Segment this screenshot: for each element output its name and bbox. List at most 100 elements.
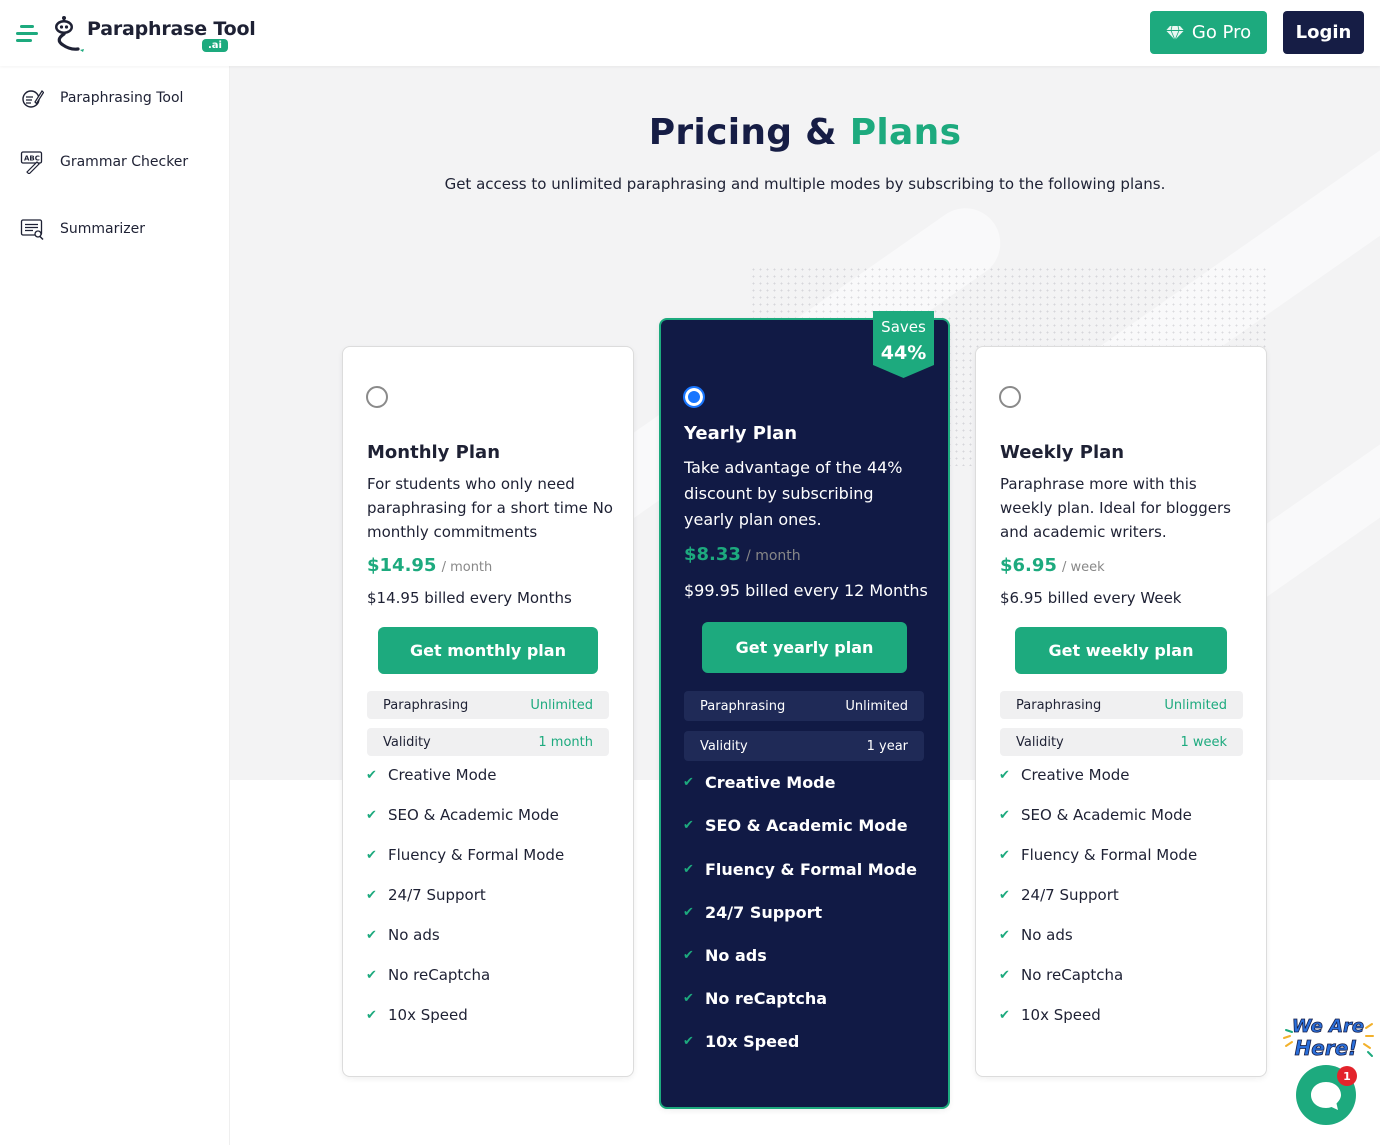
go-pro-label: Go Pro bbox=[1191, 22, 1252, 43]
check-icon: ✔ bbox=[999, 807, 1010, 823]
chat-banner-line1: We Are bbox=[1292, 1016, 1364, 1037]
feature-item: ✔ No ads bbox=[999, 926, 1073, 944]
info-label: Paraphrasing bbox=[700, 698, 786, 714]
robot-logo-icon bbox=[55, 16, 84, 52]
check-icon: ✔ bbox=[999, 767, 1010, 783]
logo[interactable]: Paraphrase Tool .ai bbox=[52, 12, 256, 56]
info-value: Unlimited bbox=[530, 697, 593, 713]
check-icon: ✔ bbox=[999, 1007, 1010, 1023]
validity-row: Validity 1 month bbox=[367, 728, 609, 756]
feature-item: ✔ No ads bbox=[683, 946, 767, 965]
get-weekly-plan-button[interactable]: Get weekly plan bbox=[1015, 627, 1227, 674]
feature-label: No reCaptcha bbox=[705, 989, 828, 1008]
check-icon: ✔ bbox=[366, 767, 377, 783]
feature-item: ✔ No ads bbox=[366, 926, 440, 944]
price-amount: $6.95 bbox=[1000, 555, 1057, 576]
chat-unread-badge: 1 bbox=[1337, 1066, 1357, 1086]
check-icon: ✔ bbox=[999, 847, 1010, 863]
sidebar-item-label: Grammar Checker bbox=[60, 154, 189, 170]
billing-note: $14.95 billed every Months bbox=[367, 589, 572, 607]
feature-item: ✔ No reCaptcha bbox=[999, 966, 1123, 984]
feature-label: Fluency & Formal Mode bbox=[1021, 846, 1198, 864]
sidebar-item-grammar-checker[interactable]: ABC Grammar Checker bbox=[20, 150, 188, 174]
diamond-icon bbox=[1165, 25, 1184, 40]
feature-label: No ads bbox=[1021, 926, 1073, 944]
price-period: / week bbox=[1062, 560, 1105, 575]
check-icon: ✔ bbox=[999, 887, 1010, 903]
paraphrasing-row: Paraphrasing Unlimited bbox=[367, 691, 609, 719]
plan-radio-monthly[interactable] bbox=[366, 386, 388, 408]
info-label: Validity bbox=[1016, 734, 1064, 750]
sidebar-item-summarizer[interactable]: Summarizer bbox=[20, 217, 145, 241]
login-button[interactable]: Login bbox=[1283, 11, 1364, 54]
feature-label: SEO & Academic Mode bbox=[388, 806, 559, 824]
check-icon: ✔ bbox=[366, 927, 377, 943]
get-yearly-plan-button[interactable]: Get yearly plan bbox=[702, 622, 907, 673]
feature-item: ✔ 24/7 Support bbox=[366, 886, 486, 904]
sidebar-item-label: Summarizer bbox=[60, 221, 145, 237]
feature-item: ✔ Creative Mode bbox=[683, 773, 835, 792]
plan-description: For students who only need paraphrasing … bbox=[367, 475, 613, 541]
check-icon: ✔ bbox=[683, 948, 694, 963]
check-icon: ✔ bbox=[683, 775, 694, 790]
saves-value: 44% bbox=[880, 342, 927, 364]
price-amount: $14.95 bbox=[367, 555, 437, 576]
page-title: Pricing & Plans bbox=[230, 112, 1380, 153]
price-period: / month bbox=[441, 560, 493, 575]
feature-label: 10x Speed bbox=[1021, 1006, 1101, 1024]
check-icon: ✔ bbox=[999, 967, 1010, 983]
plan-name: Weekly Plan bbox=[1000, 442, 1125, 463]
check-icon: ✔ bbox=[366, 1007, 377, 1023]
logo-badge: .ai bbox=[202, 39, 228, 52]
feature-item: ✔ SEO & Academic Mode bbox=[683, 816, 908, 835]
price-amount: $8.33 bbox=[684, 544, 741, 565]
go-pro-button[interactable]: Go Pro bbox=[1150, 11, 1267, 54]
feature-item: ✔ Fluency & Formal Mode bbox=[683, 860, 917, 879]
plan-price: $8.33 / month bbox=[684, 544, 801, 565]
plan-radio-weekly[interactable] bbox=[999, 386, 1021, 408]
hamburger-menu-icon[interactable] bbox=[16, 24, 40, 42]
plan-price: $14.95 / month bbox=[367, 555, 492, 576]
sidebar-item-label: Paraphrasing Tool bbox=[60, 90, 184, 106]
grammar-icon: ABC bbox=[20, 151, 43, 174]
feature-label: Creative Mode bbox=[1021, 766, 1130, 784]
plan-price: $6.95 / week bbox=[1000, 555, 1105, 576]
feature-label: No reCaptcha bbox=[1021, 966, 1124, 984]
feature-label: 10x Speed bbox=[705, 1032, 800, 1051]
feature-item: ✔ Creative Mode bbox=[366, 766, 497, 784]
feature-label: Fluency & Formal Mode bbox=[705, 860, 917, 879]
paraphrase-icon bbox=[22, 90, 44, 108]
feature-label: No ads bbox=[705, 946, 767, 965]
check-icon: ✔ bbox=[683, 862, 694, 877]
check-icon: ✔ bbox=[366, 967, 377, 983]
get-monthly-plan-button[interactable]: Get monthly plan bbox=[378, 627, 598, 674]
sidebar-item-paraphrasing-tool[interactable]: Paraphrasing Tool bbox=[20, 86, 183, 110]
feature-item: ✔ Fluency & Formal Mode bbox=[366, 846, 564, 864]
feature-item: ✔ 10x Speed bbox=[683, 1032, 799, 1051]
info-value: 1 year bbox=[866, 738, 908, 754]
check-icon: ✔ bbox=[683, 1034, 694, 1049]
plan-name: Yearly Plan bbox=[684, 423, 798, 444]
page-title-part1: Pricing & bbox=[648, 112, 837, 153]
logo-text: Paraphrase Tool bbox=[87, 18, 256, 40]
feature-label: SEO & Academic Mode bbox=[705, 816, 908, 835]
svg-text:ABC: ABC bbox=[24, 155, 40, 163]
saves-label: Saves bbox=[881, 318, 926, 336]
feature-label: 10x Speed bbox=[388, 1006, 468, 1024]
chat-banner-line2: Here! bbox=[1295, 1036, 1358, 1060]
page-title-accent: Plans bbox=[849, 112, 962, 153]
plan-description: Take advantage of the 44% discount by su… bbox=[684, 458, 903, 529]
feature-item: ✔ 10x Speed bbox=[999, 1006, 1101, 1024]
sidebar: Paraphrasing Tool ABC Grammar Checker Su… bbox=[0, 66, 230, 1145]
feature-label: No ads bbox=[388, 926, 440, 944]
feature-item: ✔ No reCaptcha bbox=[366, 966, 490, 984]
check-icon: ✔ bbox=[999, 927, 1010, 943]
feature-label: 24/7 Support bbox=[1021, 886, 1119, 904]
feature-item: ✔ SEO & Academic Mode bbox=[999, 806, 1192, 824]
info-value: 1 week bbox=[1180, 734, 1227, 750]
check-icon: ✔ bbox=[683, 818, 694, 833]
check-icon: ✔ bbox=[366, 807, 377, 823]
info-label: Validity bbox=[383, 734, 431, 750]
plan-radio-yearly[interactable] bbox=[683, 386, 705, 408]
info-label: Paraphrasing bbox=[1016, 697, 1102, 713]
